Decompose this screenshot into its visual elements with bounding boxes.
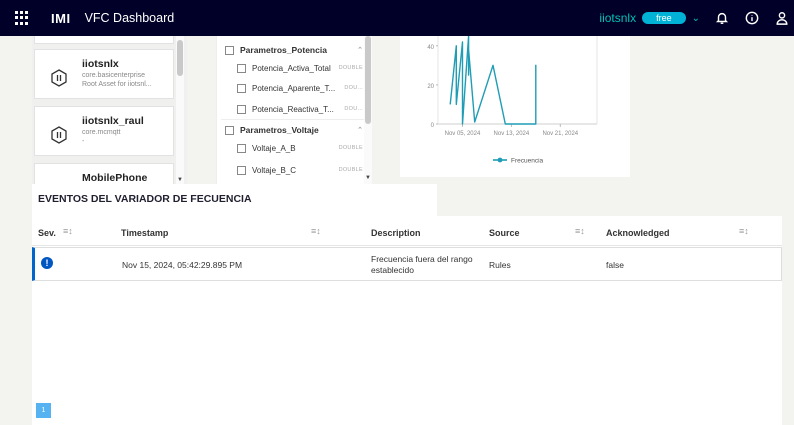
asset-card-mobilephone[interactable]: MobilePhone [34,163,174,186]
top-bar: IMI VFC Dashboard iiotsnlx free ⌄ [0,0,794,36]
variable-label: Potencia_Aparente_T... [252,83,336,93]
asset-name: iiotsnlx_raul [82,115,144,127]
asset-list: iiotsnlx core.basicenterprise Root Asset… [32,36,187,186]
variable-item[interactable]: Voltaje_B_C DOUBLE [237,161,363,179]
asset-list-scrollbar[interactable]: ▼ [176,36,184,186]
x-tick-label: Nov 21, 2024 [542,131,578,137]
scrollbar-thumb[interactable] [365,36,371,124]
legend-point-marker [497,157,503,163]
checkbox[interactable] [225,125,234,135]
sort-icon[interactable]: ≡↕ [311,226,321,236]
asset-name: MobilePhone [82,172,148,184]
checkbox[interactable] [225,45,234,55]
bell-icon[interactable] [714,10,730,26]
asset-type: core.basicenterprise [82,72,146,79]
event-timestamp: Nov 15, 2024, 05:42:29.895 PM [122,260,243,270]
scrollbar-thumb[interactable] [177,40,183,76]
checkbox[interactable] [237,63,246,73]
checkbox[interactable] [237,83,246,93]
y-tick-label: 40 [427,45,434,51]
event-description-line2: establecido [371,265,415,275]
sort-icon[interactable]: ≡↕ [63,226,73,236]
column-header-description[interactable]: Description [371,228,421,238]
divider [32,245,782,246]
y-tick-label: 0 [431,123,435,129]
asset-card[interactable] [34,36,174,44]
scroll-down-arrow-icon[interactable]: ▼ [364,175,372,181]
asset-description: - [82,138,85,145]
variables-scrollbar[interactable]: ▼ [364,36,372,184]
sort-icon[interactable]: ≡↕ [575,226,585,236]
variable-datatype: DOUBLE [338,167,363,173]
variable-label: Potencia_Activa_Total [252,63,331,73]
asset-hexagon-icon [49,125,69,145]
chevron-down-icon[interactable]: ⌄ [692,13,700,24]
asset-card-iiotsnlx[interactable]: iiotsnlx core.basicenterprise Root Asset… [34,49,174,99]
tenant-name[interactable]: iiotsnlx [599,11,636,25]
variable-datatype: DOUBLE [338,65,363,71]
column-header-acknowledged[interactable]: Acknowledged [606,228,670,238]
asset-type: core.mcmqtt [82,129,121,136]
line-chart: 0 20 40 Nov 05, 2024 Nov 13, 2024 Nov 21, 202… [427,36,598,165]
pagination-page-button[interactable]: 1 [36,403,51,418]
plan-badge: free [642,12,686,24]
column-header-source[interactable]: Source [489,228,520,238]
variable-group-label: Parametros_Potencia [240,45,327,55]
checkbox[interactable] [237,143,246,153]
frecuencia-chart: 0 20 40 Nov 05, 2024 Nov 13, 2024 Nov 21, 202… [400,36,630,177]
asset-card-iiotsnlx-raul[interactable]: iiotsnlx_raul core.mcmqtt - [34,106,174,156]
events-title: EVENTOS DEL VARIADOR DE FECUENCIA [38,193,252,205]
variable-datatype: DOUBLE [338,145,363,151]
x-tick-label: Nov 05, 2024 [445,131,481,137]
variable-group-potencia[interactable]: Parametros_Potencia ⌃ [225,41,363,59]
chevron-up-icon[interactable]: ⌃ [357,126,363,134]
event-description-line1: Frecuencia fuera del rango [371,254,473,264]
variable-label: Voltaje_A_B [252,143,296,153]
variable-datatype: DOU... [344,85,363,91]
divider [221,119,371,120]
legend-label: Frecuencia [511,158,544,165]
variable-label: Potencia_Reactiva_T... [252,104,334,114]
apps-grid-icon[interactable] [15,11,29,25]
asset-name: iiotsnlx [82,58,119,70]
column-header-timestamp[interactable]: Timestamp [121,228,168,238]
y-tick-label: 20 [427,84,434,90]
asset-hexagon-icon [49,68,69,88]
event-acknowledged: false [606,260,624,270]
variable-item[interactable]: Voltaje_A_B DOUBLE [237,139,363,157]
variable-item[interactable]: Potencia_Activa_Total DOUBLE [237,59,363,77]
sort-icon[interactable]: ≡↕ [739,226,749,236]
info-icon[interactable] [744,10,760,26]
variable-datatype: DOU... [344,106,363,112]
scroll-down-arrow-icon[interactable]: ▼ [176,177,184,183]
x-tick-label: Nov 13, 2024 [494,131,530,137]
top-right-controls: iiotsnlx free ⌄ [599,0,794,36]
variable-item[interactable]: Potencia_Reactiva_T... DOU... [237,100,363,118]
variables-panel: Parametros_Potencia ⌃ Potencia_Activa_To… [216,36,372,184]
chevron-up-icon[interactable]: ⌃ [357,46,363,54]
variable-item[interactable]: Potencia_Aparente_T... DOU... [237,79,363,97]
asset-description: Root Asset for iiotsnl... [82,81,152,88]
column-header-severity[interactable]: Sev. [38,228,56,238]
series-line-frecuencia [449,36,537,125]
user-icon[interactable] [774,10,790,26]
checkbox[interactable] [237,104,246,114]
event-source: Rules [489,260,511,270]
app-title: VFC Dashboard [84,11,175,25]
alert-icon: ! [41,257,53,269]
variable-group-voltaje[interactable]: Parametros_Voltaje ⌃ [225,121,363,139]
variable-label: Voltaje_B_C [252,165,297,175]
variable-group-label: Parametros_Voltaje [240,125,319,135]
brand-logo: IMI [51,10,71,26]
checkbox[interactable] [237,165,246,175]
